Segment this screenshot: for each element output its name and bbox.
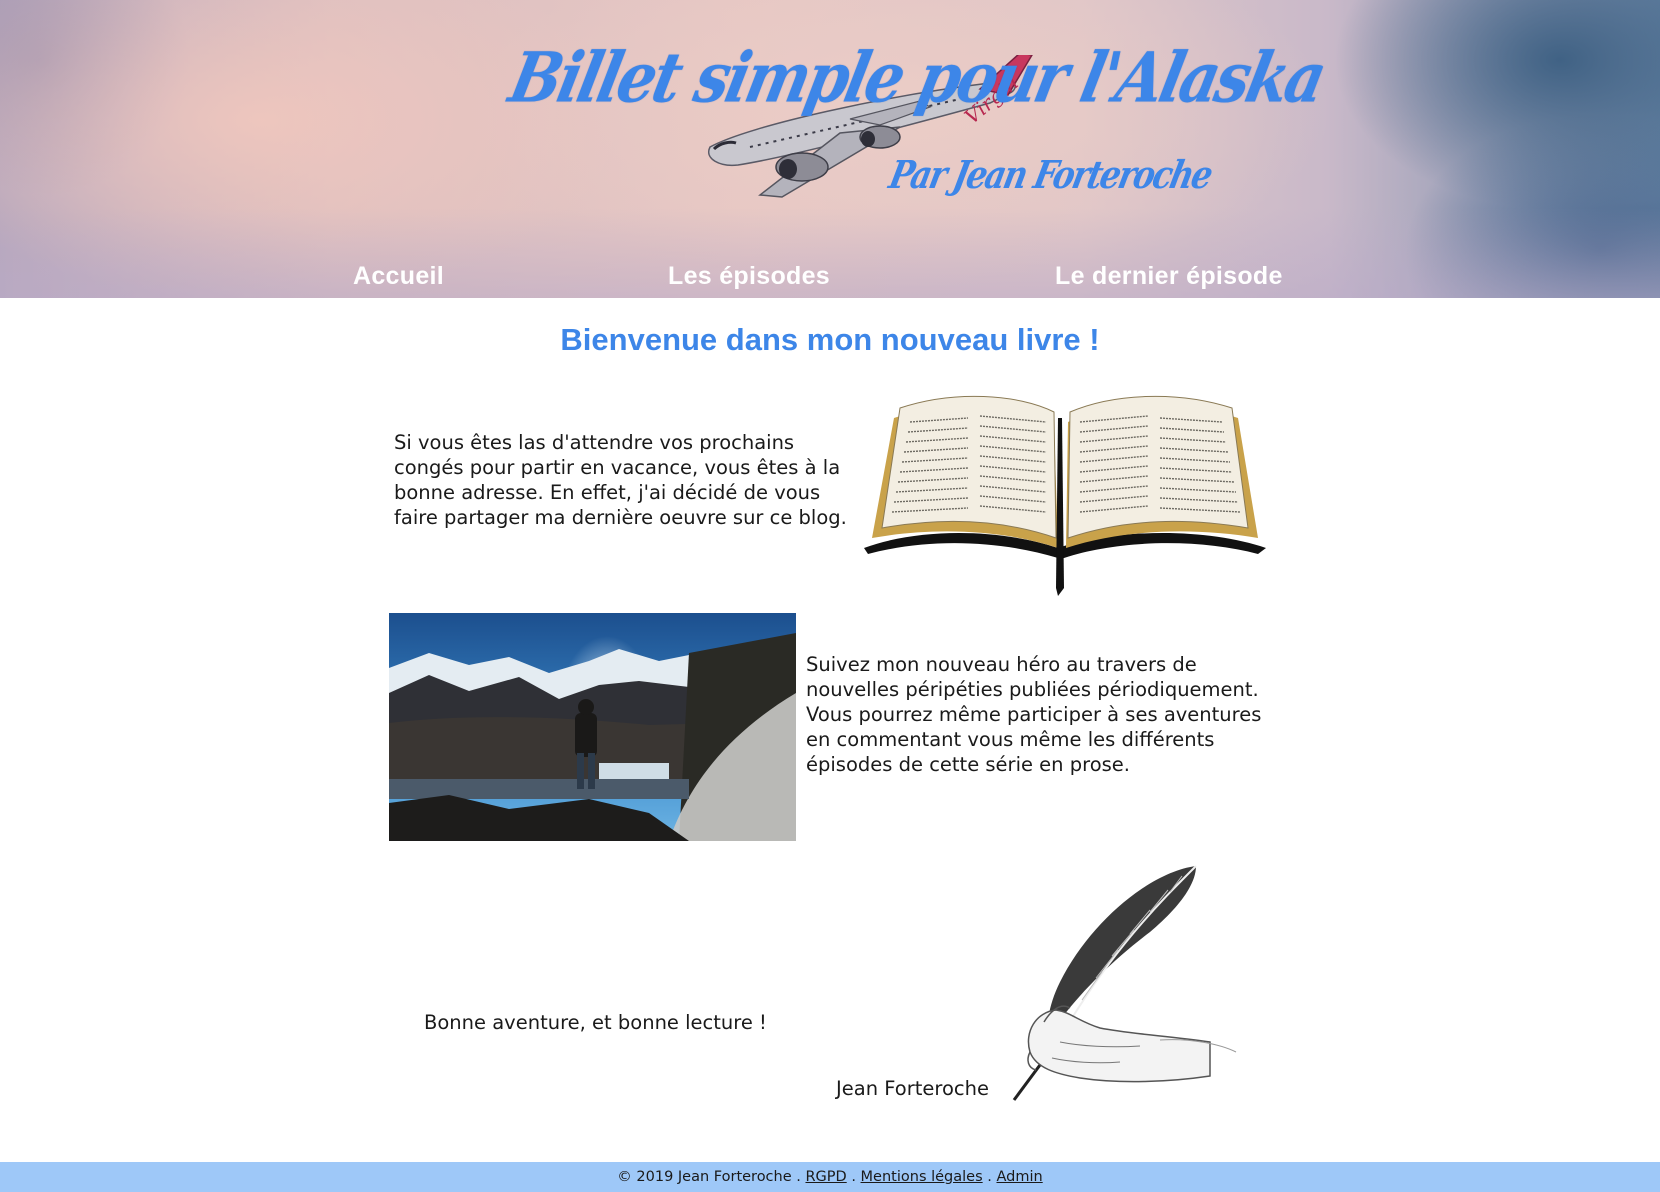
footer-separator: . <box>791 1169 806 1185</box>
mountain-landscape-image <box>389 613 796 841</box>
hero-line-2: Vous pourrez même participer à ses avent… <box>806 703 1262 776</box>
footer-link-admin[interactable]: Admin <box>996 1169 1042 1185</box>
header-haze <box>0 208 1660 298</box>
author-signature: Jean Forteroche <box>836 1077 989 1100</box>
nav-link-episodes[interactable]: Les épisodes <box>668 262 830 291</box>
footer-copyright: © 2019 Jean Forteroche <box>617 1169 792 1185</box>
footer-link-rgpd[interactable]: RGPD <box>805 1169 846 1185</box>
footer-separator: . <box>846 1169 861 1185</box>
closing-text: Bonne aventure, et bonne lecture ! <box>424 1011 767 1034</box>
hand-with-quill-image <box>1012 865 1237 1101</box>
hero-paragraph: Suivez mon nouveau héro au travers de no… <box>806 652 1276 777</box>
nav-link-dernier-episode[interactable]: Le dernier épisode <box>1055 262 1283 291</box>
site-subtitle: Par Jean Forteroche <box>885 152 1216 198</box>
hero-line-1: Suivez mon nouveau héro au travers de no… <box>806 653 1259 701</box>
site-title: Billet simple pour l'Alaska <box>502 38 1331 119</box>
footer-link-mentions-legales[interactable]: Mentions légales <box>861 1169 983 1185</box>
intro-paragraph: Si vous êtes las d'attendre vos prochain… <box>394 431 847 529</box>
page-title: Bienvenue dans mon nouveau livre ! <box>560 322 1100 357</box>
footer-separator: . <box>982 1169 997 1185</box>
site-footer: © 2019 Jean Forteroche . RGPD . Mentions… <box>0 1162 1660 1192</box>
site-header: Virgin Billet simple pour l'Alaska Par J… <box>0 0 1660 298</box>
nav-link-accueil[interactable]: Accueil <box>353 262 444 291</box>
open-book-image <box>864 395 1266 596</box>
